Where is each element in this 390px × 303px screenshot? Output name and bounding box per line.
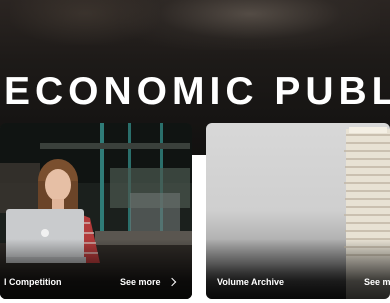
see-more-label: See m — [364, 277, 390, 287]
see-more-label: See more — [120, 277, 161, 287]
card-overlay — [206, 239, 390, 299]
card-competition[interactable]: l Competition See more — [0, 123, 192, 299]
card-overlay — [0, 239, 192, 299]
see-more-link[interactable]: See more — [120, 277, 176, 287]
newspaper-background-left — [10, 0, 160, 45]
chevron-right-icon — [167, 277, 176, 287]
see-more-link[interactable]: See m — [364, 277, 390, 287]
page-title: ECONOMIC PUBL — [4, 70, 390, 113]
card-title: Volume Archive — [217, 277, 285, 287]
card-volume-archive[interactable]: Volume Archive See m — [206, 123, 390, 299]
card-title: l Competition — [4, 277, 62, 287]
